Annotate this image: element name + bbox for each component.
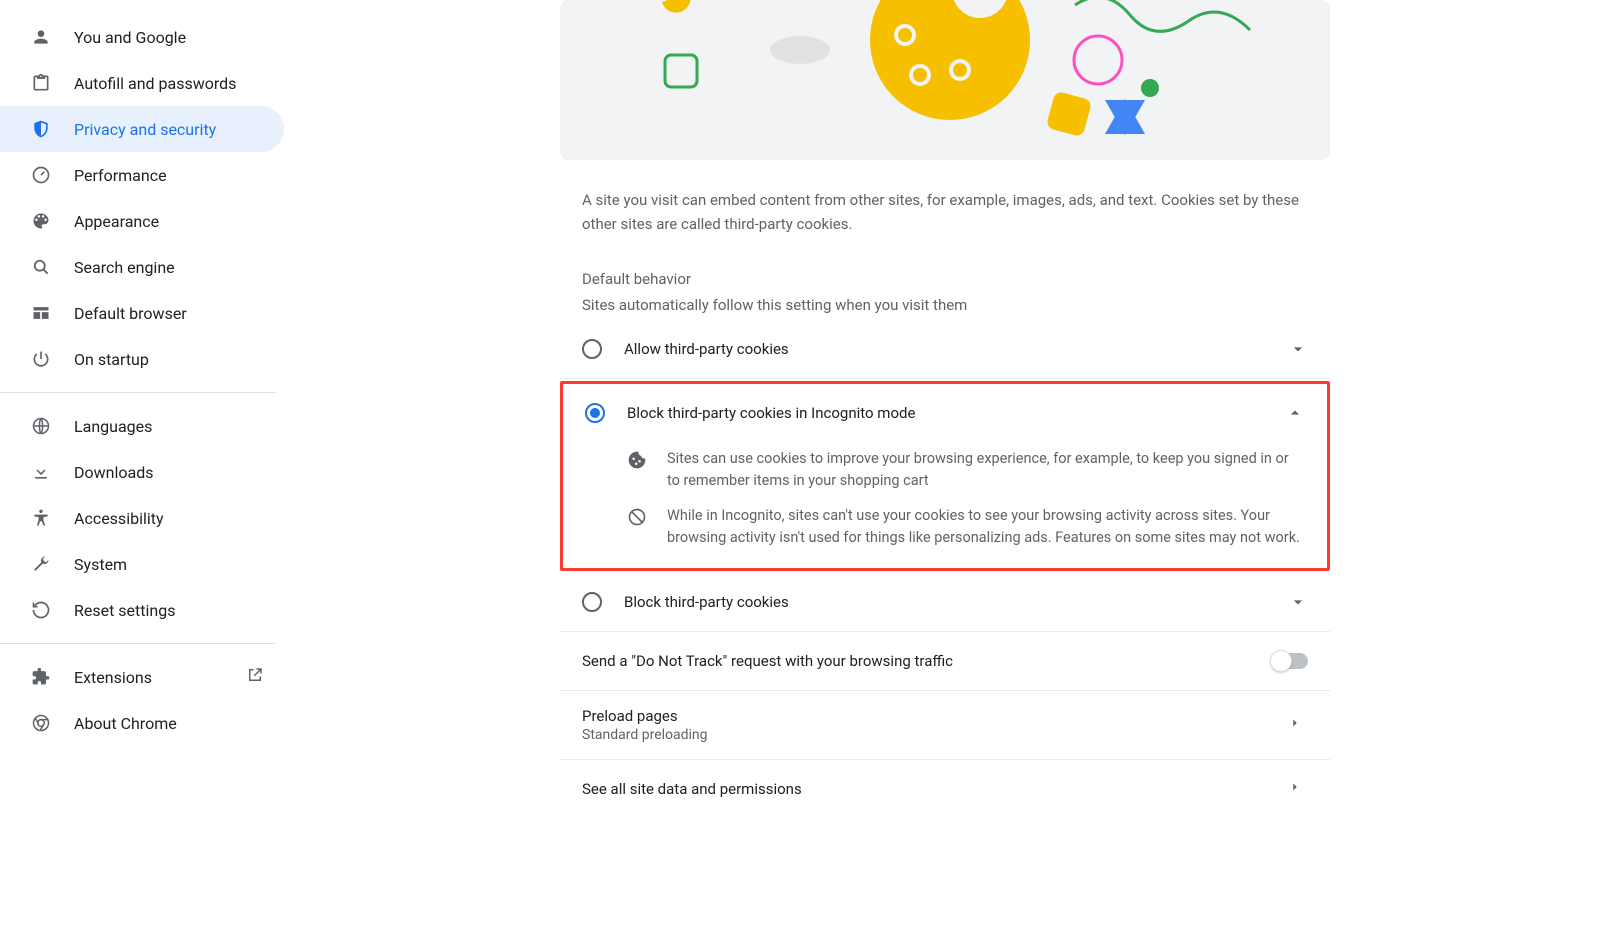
chrome-icon <box>30 712 52 734</box>
palette-icon <box>30 210 52 232</box>
open-in-new-icon <box>246 666 264 688</box>
wrench-icon <box>30 553 52 575</box>
highlighted-option-box: Block third-party cookies in Incognito m… <box>560 381 1330 571</box>
detail-incognito-block: While in Incognito, sites can't use your… <box>563 499 1327 568</box>
sidebar-item-languages[interactable]: Languages <box>0 403 284 449</box>
chevron-down-icon[interactable] <box>1288 592 1308 612</box>
reset-icon <box>30 599 52 621</box>
sidebar-item-label: Appearance <box>74 212 159 231</box>
radio-label: Block third-party cookies <box>624 593 1288 611</box>
all-site-data-label: See all site data and permissions <box>582 780 1288 798</box>
sidebar-item-performance[interactable]: Performance <box>0 152 284 198</box>
sidebar-item-label: On startup <box>74 350 149 369</box>
settings-sidebar: You and Google Autofill and passwords Pr… <box>0 0 290 934</box>
chevron-right-icon[interactable] <box>1288 779 1308 799</box>
browser-icon <box>30 302 52 324</box>
sidebar-item-label: Search engine <box>74 258 175 277</box>
sidebar-divider <box>0 392 276 393</box>
sidebar-item-default-browser[interactable]: Default browser <box>0 290 284 336</box>
sidebar-item-on-startup[interactable]: On startup <box>0 336 284 382</box>
sidebar-item-label: Downloads <box>74 463 153 482</box>
all-site-data-row[interactable]: See all site data and permissions <box>560 760 1330 818</box>
preload-secondary-label: Standard preloading <box>582 727 1288 743</box>
sidebar-item-label: You and Google <box>74 28 186 47</box>
detail-text: While in Incognito, sites can't use your… <box>667 505 1305 550</box>
radio-block-all[interactable]: Block third-party cookies <box>560 573 1330 632</box>
accessibility-icon <box>30 507 52 529</box>
preload-pages-row[interactable]: Preload pages Standard preloading <box>560 691 1330 760</box>
chevron-up-icon[interactable] <box>1285 403 1305 423</box>
detail-text: Sites can use cookies to improve your br… <box>667 448 1305 493</box>
block-icon <box>627 505 649 550</box>
toggle-off-icon[interactable] <box>1272 653 1308 669</box>
radio-label: Block third-party cookies in Incognito m… <box>627 404 1285 422</box>
default-behavior-heading: Default behavior <box>560 236 1330 288</box>
chevron-down-icon[interactable] <box>1288 339 1308 359</box>
shield-icon <box>30 118 52 140</box>
default-behavior-subtext: Sites automatically follow this setting … <box>560 288 1330 320</box>
sidebar-item-label: Performance <box>74 166 167 185</box>
speed-icon <box>30 164 52 186</box>
sidebar-item-label: About Chrome <box>74 714 177 733</box>
sidebar-item-about-chrome[interactable]: About Chrome <box>0 700 284 746</box>
extension-icon <box>30 666 52 688</box>
download-icon <box>30 461 52 483</box>
sidebar-item-label: Extensions <box>74 668 152 687</box>
sidebar-item-label: Languages <box>74 417 152 436</box>
sidebar-item-label: Autofill and passwords <box>74 74 236 93</box>
clipboard-icon <box>30 72 52 94</box>
sidebar-item-label: Reset settings <box>74 601 175 620</box>
radio-unchecked-icon[interactable] <box>582 339 602 359</box>
search-icon <box>30 256 52 278</box>
radio-checked-icon[interactable] <box>585 403 605 423</box>
person-icon <box>30 26 52 48</box>
sidebar-item-label: Default browser <box>74 304 187 323</box>
radio-label: Allow third-party cookies <box>624 340 1288 358</box>
sidebar-item-label: Accessibility <box>74 509 164 528</box>
preload-primary-label: Preload pages <box>582 707 1288 725</box>
main-content: A site you visit can embed content from … <box>290 0 1600 934</box>
sidebar-item-search-engine[interactable]: Search engine <box>0 244 284 290</box>
sidebar-item-privacy-security[interactable]: Privacy and security <box>0 106 284 152</box>
hero-illustration <box>560 0 1330 160</box>
radio-block-incognito[interactable]: Block third-party cookies in Incognito m… <box>563 384 1327 568</box>
detail-cookie-benefit: Sites can use cookies to improve your br… <box>563 442 1327 499</box>
intro-text: A site you visit can embed content from … <box>560 160 1330 236</box>
sidebar-divider <box>0 643 276 644</box>
radio-allow-third-party[interactable]: Allow third-party cookies <box>560 320 1330 379</box>
cookie-icon <box>627 448 649 493</box>
chevron-right-icon[interactable] <box>1288 715 1308 735</box>
sidebar-item-downloads[interactable]: Downloads <box>0 449 284 495</box>
sidebar-item-extensions[interactable]: Extensions <box>0 654 284 700</box>
sidebar-item-accessibility[interactable]: Accessibility <box>0 495 284 541</box>
dnt-label: Send a "Do Not Track" request with your … <box>582 652 1272 670</box>
power-icon <box>30 348 52 370</box>
sidebar-item-system[interactable]: System <box>0 541 284 587</box>
sidebar-item-reset-settings[interactable]: Reset settings <box>0 587 284 633</box>
sidebar-item-appearance[interactable]: Appearance <box>0 198 284 244</box>
radio-unchecked-icon[interactable] <box>582 592 602 612</box>
do-not-track-row[interactable]: Send a "Do Not Track" request with your … <box>560 632 1330 691</box>
globe-icon <box>30 415 52 437</box>
sidebar-item-you-and-google[interactable]: You and Google <box>0 14 284 60</box>
sidebar-item-autofill[interactable]: Autofill and passwords <box>0 60 284 106</box>
sidebar-item-label: Privacy and security <box>74 120 216 139</box>
sidebar-item-label: System <box>74 555 127 574</box>
